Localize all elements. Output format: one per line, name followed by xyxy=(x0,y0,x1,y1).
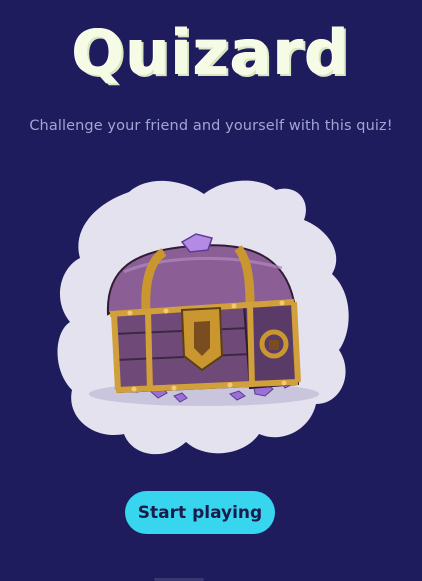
start-playing-button[interactable]: Start playing xyxy=(125,491,275,534)
app-subtitle: Challenge your friend and yourself with … xyxy=(29,118,393,134)
app-title: Quizard xyxy=(72,16,350,89)
hero-illustration xyxy=(54,172,354,457)
treasure-chest-icon xyxy=(57,180,349,455)
welcome-screen: Quizard Challenge your friend and yourse… xyxy=(0,0,422,581)
